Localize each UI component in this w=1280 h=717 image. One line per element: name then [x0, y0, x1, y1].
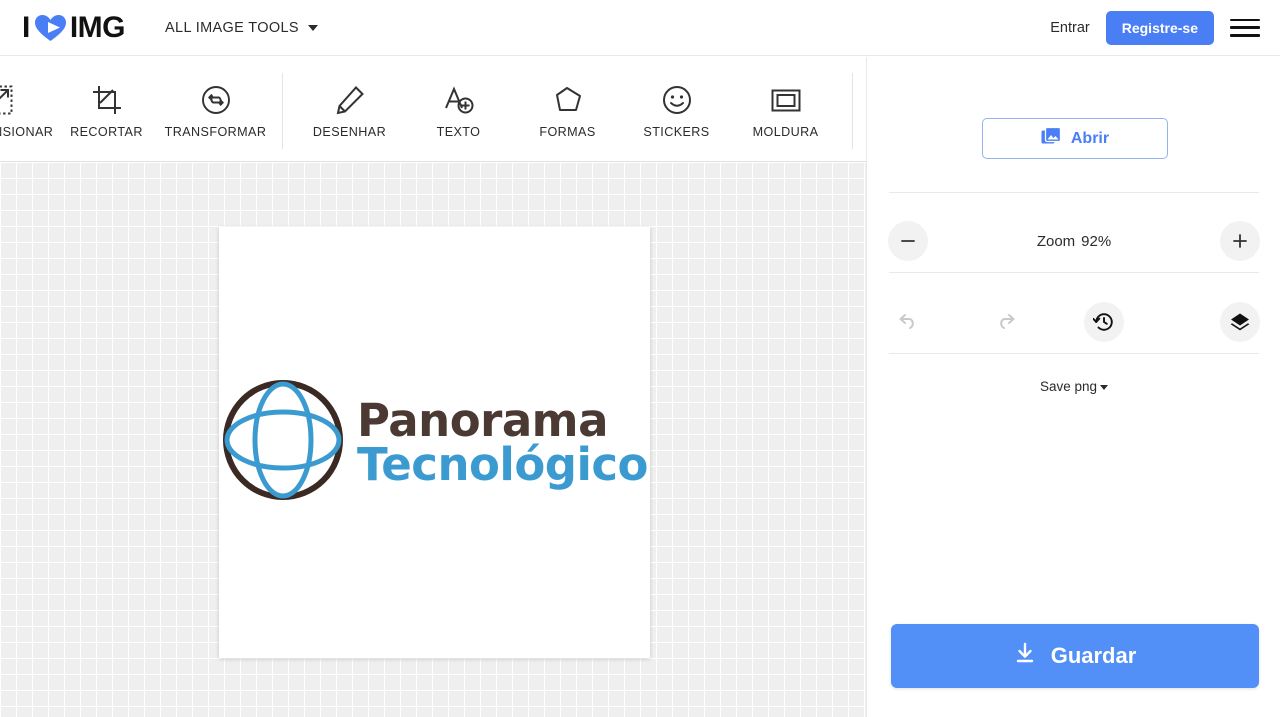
history-icon	[1093, 313, 1113, 331]
open-button[interactable]: Abrir	[982, 118, 1168, 159]
zoom-out-button[interactable]	[888, 221, 928, 261]
zoom-text: Zoom	[1036, 232, 1076, 250]
tool-resize[interactable]: REDIMENSIONAR	[0, 56, 54, 139]
signup-button[interactable]: Registre-se	[1105, 10, 1214, 45]
iloveimg-logo[interactable]: I IMG	[22, 10, 126, 45]
tool-label: TEXTO	[436, 125, 481, 139]
minus-icon	[901, 240, 915, 242]
zoom-level: Zoom 92%	[928, 233, 1220, 250]
transform-icon	[200, 81, 232, 119]
tool-label: MOLDURA	[752, 125, 819, 139]
all-image-tools-menu[interactable]: ALL IMAGE TOOLS	[165, 20, 318, 36]
tool-label: FORMAS	[539, 125, 596, 139]
editor-side-panel: Abrir Zoom 92% Save png Guardar	[866, 57, 1280, 717]
canvas-image[interactable]: Panorama Tecnológico	[219, 227, 650, 658]
editor-canvas[interactable]: Panorama Tecnológico	[0, 162, 866, 717]
toolbar-divider	[282, 73, 283, 149]
save-format-label: Save png	[1039, 379, 1098, 394]
tool-shapes[interactable]: FORMAS	[513, 56, 622, 139]
tool-label: STICKERS	[643, 125, 710, 139]
logo-wordmark: Panorama Tecnológico	[357, 393, 648, 491]
frame-icon	[770, 81, 802, 119]
login-link[interactable]: Entrar	[1050, 20, 1090, 36]
tool-stickers[interactable]: STICKERS	[622, 56, 731, 139]
panel-divider	[889, 272, 1259, 273]
layers-button[interactable]	[1220, 302, 1260, 342]
add-text-icon	[443, 81, 475, 119]
toolbar-divider	[852, 73, 853, 149]
logo-line-panorama: Panorama	[357, 393, 608, 447]
zoom-controls: Zoom 92%	[867, 212, 1280, 270]
plus-icon	[1233, 234, 1247, 248]
pencil-icon	[334, 81, 366, 119]
editor-toolbar: REDIMENSIONAR RECORTAR	[0, 56, 866, 161]
zoom-value: 92%	[1081, 232, 1112, 250]
download-icon	[1014, 642, 1036, 670]
toolbar-scrollbar-track[interactable]	[0, 152, 866, 312]
smiley-icon	[661, 81, 693, 119]
save-button[interactable]: Guardar	[891, 624, 1259, 688]
tool-draw[interactable]: DESENHAR	[295, 56, 404, 139]
panel-divider	[889, 192, 1259, 193]
tool-label: RECORTAR	[70, 125, 143, 139]
burger-bar	[1230, 18, 1260, 22]
shapes-icon	[552, 81, 584, 119]
image-icon	[1041, 126, 1062, 150]
globe-icon	[221, 378, 345, 507]
panel-divider	[889, 353, 1259, 354]
chevron-down-icon	[307, 24, 318, 31]
tool-transform[interactable]: TRANSFORMAR	[161, 56, 270, 139]
tool-label: REDIMENSIONAR	[0, 125, 54, 139]
save-button-label: Guardar	[1050, 643, 1137, 668]
logo-line-tecnologico: Tecnológico	[357, 438, 648, 491]
tool-frame[interactable]: MOLDURA	[731, 56, 840, 139]
burger-bar	[1230, 26, 1260, 29]
tool-label: TRANSFORMAR	[164, 125, 267, 139]
app-header: I IMG ALL IMAGE TOOLS Entrar Registre-se	[0, 0, 1280, 56]
tool-crop[interactable]: RECORTAR	[52, 56, 161, 139]
caret-down-icon	[1100, 385, 1109, 390]
redo-icon	[1000, 314, 1015, 329]
redo-button[interactable]	[986, 302, 1026, 342]
history-controls	[867, 293, 1280, 351]
resize-icon	[0, 81, 14, 119]
layers-icon	[1230, 313, 1250, 331]
all-image-tools-label: ALL IMAGE TOOLS	[165, 19, 299, 36]
hamburger-menu-icon[interactable]	[1230, 16, 1260, 40]
zoom-in-button[interactable]	[1220, 221, 1260, 261]
undo-button[interactable]	[888, 302, 928, 342]
panorama-tecnologico-logo: Panorama Tecnológico	[221, 378, 648, 507]
header-actions: Entrar Registre-se	[1050, 10, 1260, 45]
logo-text-left: I	[22, 10, 30, 44]
crop-icon	[91, 81, 123, 119]
open-button-label: Abrir	[1070, 129, 1110, 147]
save-format-dropdown[interactable]: Save png	[867, 379, 1280, 394]
tool-text[interactable]: TEXTO	[404, 56, 513, 139]
tool-label: DESENHAR	[312, 125, 387, 139]
logo-text-right: IMG	[69, 10, 126, 44]
undo-icon	[899, 314, 914, 329]
history-button[interactable]	[1084, 302, 1124, 342]
heart-icon	[34, 14, 67, 42]
burger-bar	[1230, 33, 1260, 37]
